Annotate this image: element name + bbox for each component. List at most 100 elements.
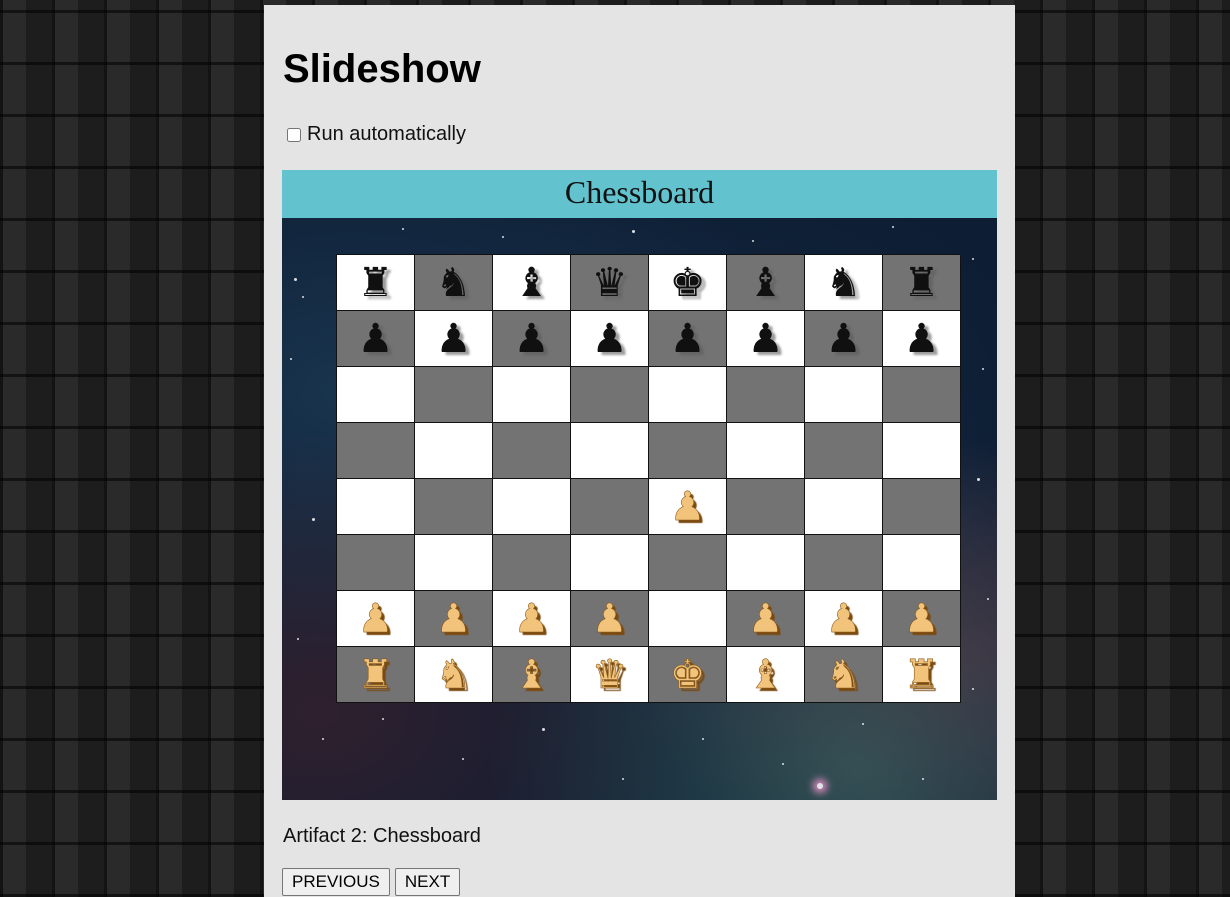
square-b6 <box>415 367 493 423</box>
black-bishop-icon: ♝ <box>747 259 784 306</box>
slide: Chessboard ♜ ♞ ♝ ♛ ♚ ♝ ♞ ♜ ♟ ♟ ♟ ♟ ♟ ♟ ♟… <box>282 170 997 800</box>
square-g6 <box>805 367 883 423</box>
square-h2: ♟ <box>883 591 961 647</box>
square-f7: ♟ <box>727 311 805 367</box>
square-h7: ♟ <box>883 311 961 367</box>
square-a4 <box>337 479 415 535</box>
black-pawn-icon: ♟ <box>825 315 862 362</box>
square-c3 <box>493 535 571 591</box>
square-d8: ♛ <box>571 255 649 311</box>
black-pawn-icon: ♟ <box>903 315 940 362</box>
square-b8: ♞ <box>415 255 493 311</box>
square-f1: ♝ <box>727 647 805 703</box>
space-background-image: ♜ ♞ ♝ ♛ ♚ ♝ ♞ ♜ ♟ ♟ ♟ ♟ ♟ ♟ ♟ ♟ ♟ ♟ ♟ ♟ ♟ ♟ ♟ ♟ ♜ ♞ ♝ ♛ ♚ ♝ ♞ ♜ <box>282 218 997 800</box>
slide-navigation: PREVIOUS NEXT <box>282 868 461 896</box>
white-pawn-icon: ♟ <box>513 595 550 642</box>
square-c6 <box>493 367 571 423</box>
square-e1: ♚ <box>649 647 727 703</box>
square-f2: ♟ <box>727 591 805 647</box>
white-bishop-icon: ♝ <box>513 651 550 698</box>
square-a3 <box>337 535 415 591</box>
square-a7: ♟ <box>337 311 415 367</box>
square-b1: ♞ <box>415 647 493 703</box>
square-h1: ♜ <box>883 647 961 703</box>
square-e3 <box>649 535 727 591</box>
square-g1: ♞ <box>805 647 883 703</box>
square-f8: ♝ <box>727 255 805 311</box>
square-g3 <box>805 535 883 591</box>
square-a5 <box>337 423 415 479</box>
square-d3 <box>571 535 649 591</box>
black-pawn-icon: ♟ <box>591 315 628 362</box>
black-knight-icon: ♞ <box>435 259 472 306</box>
square-a1: ♜ <box>337 647 415 703</box>
next-button[interactable]: NEXT <box>394 868 461 896</box>
black-pawn-icon: ♟ <box>669 315 706 362</box>
black-rook-icon: ♜ <box>357 259 394 306</box>
white-knight-icon: ♞ <box>435 651 472 698</box>
white-pawn-icon: ♟ <box>669 483 706 530</box>
square-f5 <box>727 423 805 479</box>
square-g5 <box>805 423 883 479</box>
square-a2: ♟ <box>337 591 415 647</box>
square-h6 <box>883 367 961 423</box>
square-c2: ♟ <box>493 591 571 647</box>
square-f6 <box>727 367 805 423</box>
white-pawn-icon: ♟ <box>825 595 862 642</box>
square-e7: ♟ <box>649 311 727 367</box>
square-e2 <box>649 591 727 647</box>
black-pawn-icon: ♟ <box>747 315 784 362</box>
slide-header: Chessboard <box>282 170 997 218</box>
square-g2: ♟ <box>805 591 883 647</box>
square-b3 <box>415 535 493 591</box>
white-pawn-icon: ♟ <box>591 595 628 642</box>
square-a8: ♜ <box>337 255 415 311</box>
slide-caption: Artifact 2: Chessboard <box>283 825 481 847</box>
square-f3 <box>727 535 805 591</box>
white-pawn-icon: ♟ <box>435 595 472 642</box>
square-b7: ♟ <box>415 311 493 367</box>
black-bishop-icon: ♝ <box>513 259 550 306</box>
square-d6 <box>571 367 649 423</box>
white-pawn-icon: ♟ <box>747 595 784 642</box>
black-king-icon: ♚ <box>669 259 706 306</box>
black-rook-icon: ♜ <box>903 259 940 306</box>
square-h5 <box>883 423 961 479</box>
chessboard: ♜ ♞ ♝ ♛ ♚ ♝ ♞ ♜ ♟ ♟ ♟ ♟ ♟ ♟ ♟ ♟ ♟ ♟ ♟ ♟ ♟ ♟ ♟ ♟ ♜ ♞ ♝ ♛ ♚ ♝ ♞ ♜ <box>336 254 961 703</box>
square-g7: ♟ <box>805 311 883 367</box>
run-automatically-checkbox[interactable] <box>287 127 301 142</box>
page-title: Slideshow <box>283 47 481 91</box>
square-h3 <box>883 535 961 591</box>
black-knight-icon: ♞ <box>825 259 862 306</box>
white-bishop-icon: ♝ <box>747 651 784 698</box>
square-d1: ♛ <box>571 647 649 703</box>
square-c7: ♟ <box>493 311 571 367</box>
square-c1: ♝ <box>493 647 571 703</box>
white-rook-icon: ♜ <box>903 651 940 698</box>
square-e5 <box>649 423 727 479</box>
run-automatically-label: Run automatically <box>307 123 466 145</box>
square-h8: ♜ <box>883 255 961 311</box>
square-d4 <box>571 479 649 535</box>
square-g8: ♞ <box>805 255 883 311</box>
square-a6 <box>337 367 415 423</box>
square-h4 <box>883 479 961 535</box>
white-knight-icon: ♞ <box>825 651 862 698</box>
square-c5 <box>493 423 571 479</box>
white-pawn-icon: ♟ <box>357 595 394 642</box>
square-f4 <box>727 479 805 535</box>
square-e4: ♟ <box>649 479 727 535</box>
white-rook-icon: ♜ <box>357 651 394 698</box>
black-pawn-icon: ♟ <box>513 315 550 362</box>
black-pawn-icon: ♟ <box>357 315 394 362</box>
square-b5 <box>415 423 493 479</box>
white-queen-icon: ♛ <box>591 651 628 698</box>
previous-button[interactable]: PREVIOUS <box>282 868 390 896</box>
square-d2: ♟ <box>571 591 649 647</box>
square-c8: ♝ <box>493 255 571 311</box>
white-king-icon: ♚ <box>669 651 706 698</box>
square-d7: ♟ <box>571 311 649 367</box>
square-b4 <box>415 479 493 535</box>
square-e6 <box>649 367 727 423</box>
run-automatically-option[interactable]: Run automatically <box>286 123 466 146</box>
